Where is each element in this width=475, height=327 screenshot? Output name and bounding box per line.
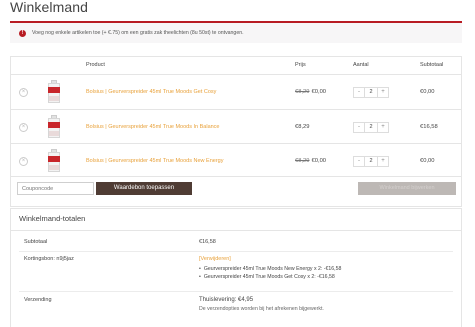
product-link[interactable]: Bolsius | Geurverspreider 45ml True Mood…: [86, 124, 220, 130]
quantity-increase-button[interactable]: +: [377, 87, 389, 98]
quantity-input[interactable]: 2: [365, 87, 377, 98]
subtotal-label: Subtotaal: [24, 239, 48, 245]
product-link[interactable]: Bolsius | Geurverspreider 45ml True Mood…: [86, 158, 223, 164]
current-price: €0,00: [311, 89, 327, 95]
quantity-decrease-button[interactable]: -: [353, 156, 365, 167]
remove-item-button[interactable]: ×: [19, 123, 28, 132]
page-title: Winkelmand: [10, 0, 89, 15]
list-item: Geurverspreider 45ml True Moods Get Cosy…: [199, 273, 341, 281]
cart-totals: Winkelmand-totalen Subtotaal €16,58 Kort…: [10, 208, 462, 327]
shipping-value: Thuislevering: €4,95: [199, 297, 254, 303]
product-link[interactable]: Bolsius | Geurverspreider 45ml True Mood…: [86, 89, 216, 95]
quantity-decrease-button[interactable]: -: [353, 87, 365, 98]
notice-text: Voeg nog enkele artikelen toe (+ €.75) o…: [32, 30, 244, 36]
coupon-discount-list: Geurverspreider 45ml True Moods New Ener…: [199, 265, 342, 281]
row-divider: [11, 109, 461, 110]
product-thumbnail[interactable]: [47, 149, 61, 173]
shipping-note: De verzendopties worden bij het afrekene…: [199, 306, 324, 312]
coupon-code-input[interactable]: [17, 182, 94, 195]
cart-totals-title: Winkelmand-totalen: [19, 214, 86, 223]
coupon-label: Kortingsbon: n9j5jaz: [24, 256, 74, 262]
shipping-label: Verzending: [24, 297, 52, 303]
remove-coupon-link[interactable]: [Verwijderen]: [199, 256, 231, 262]
totals-divider: [19, 251, 453, 252]
row-divider: [11, 143, 461, 144]
totals-divider: [11, 230, 461, 231]
cart-table: Product Prijs Aantal Subtotaal × Bolsius…: [10, 56, 462, 207]
product-thumbnail[interactable]: [47, 80, 61, 104]
quantity-increase-button[interactable]: +: [377, 122, 389, 133]
row-divider: [11, 176, 461, 177]
item-subtotal: €0,00: [420, 158, 435, 164]
quantity-stepper: - 2 +: [353, 156, 395, 167]
product-thumbnail[interactable]: [47, 115, 61, 139]
item-price: €8,29 €0,00: [295, 158, 326, 164]
exclamation-icon: !: [19, 29, 26, 37]
item-subtotal: €0,00: [420, 89, 435, 95]
apply-coupon-button[interactable]: Waardebon toepassen: [96, 182, 192, 195]
subtotal-value: €16,58: [199, 239, 216, 245]
quantity-input[interactable]: 2: [365, 122, 377, 133]
list-item: Geurverspreider 45ml True Moods New Ener…: [199, 265, 342, 273]
totals-divider: [19, 291, 453, 292]
quantity-input[interactable]: 2: [365, 156, 377, 167]
item-price: €8,29: [295, 124, 310, 130]
header-quantity: Aantal: [353, 62, 369, 68]
row-divider: [11, 74, 461, 75]
item-price: €8,29 €0,00: [295, 89, 326, 95]
quantity-increase-button[interactable]: +: [377, 156, 389, 167]
update-cart-button[interactable]: Winkelmand bijwerken: [358, 182, 456, 195]
header-subtotal: Subtotaal: [420, 62, 444, 68]
remove-item-button[interactable]: ×: [19, 88, 28, 97]
quantity-decrease-button[interactable]: -: [353, 122, 365, 133]
cart-notice: ! Voeg nog enkele artikelen toe (+ €.75)…: [10, 21, 462, 43]
quantity-stepper: - 2 +: [353, 87, 395, 98]
quantity-stepper: - 2 +: [353, 122, 395, 133]
current-price: €0,00: [311, 158, 327, 164]
old-price: €8,29: [295, 158, 310, 164]
header-product: Product: [86, 62, 105, 68]
remove-item-button[interactable]: ×: [19, 157, 28, 166]
item-subtotal: €16,58: [420, 124, 438, 130]
current-price: €8,29: [295, 124, 310, 130]
old-price: €8,29: [295, 89, 310, 95]
header-price: Prijs: [295, 62, 306, 68]
